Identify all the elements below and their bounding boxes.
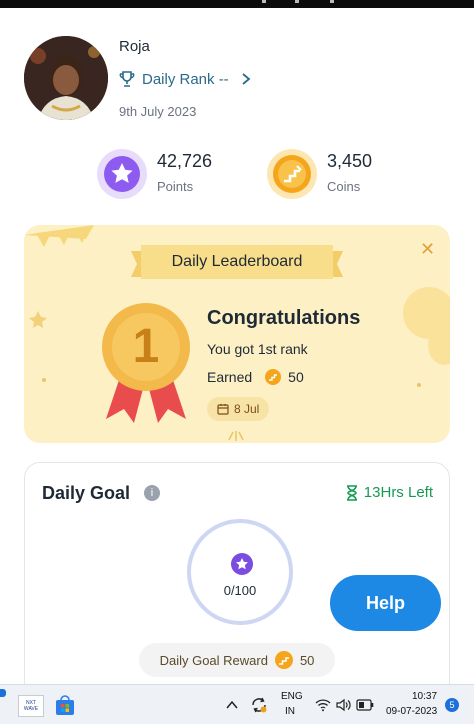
language-region[interactable]: IN [285,706,295,717]
store-icon[interactable] [54,695,76,717]
window-top-bar [0,0,474,8]
coins-stat: 3,450 Coins [267,149,372,199]
daily-goal-title: Daily Goal [42,483,131,503]
clock-time[interactable]: 10:37 [412,691,437,702]
points-stat: 42,726 Points [97,149,212,199]
earned-value: 50 [288,369,304,385]
coin-icon [265,369,282,385]
medal-number: 1 [132,320,160,373]
coins-value: 3,450 [327,151,373,171]
leaderboard-date: 8 Jul [234,402,260,416]
daily-leaderboard-card[interactable]: Daily Leaderboard ✕ 1 Congratulations Yo… [24,225,450,443]
time-left: 13Hrs Left [345,484,433,501]
battery-icon[interactable] [356,699,374,711]
language-code[interactable]: ENG [281,691,303,702]
earned-label: Earned [207,369,253,385]
top-bar-mark [295,0,299,3]
avatar[interactable] [24,36,108,120]
top-bar-mark [330,0,334,3]
rank-message: You got 1st rank [207,341,308,357]
avatar-photo [24,36,108,120]
help-button[interactable]: Help [330,575,441,631]
star-icon [231,553,253,575]
earned-row: Earned 50 [207,368,304,386]
daily-rank-link[interactable]: Daily Rank -- [118,70,251,88]
goal-progress-value: 0/100 [223,583,257,598]
taskbar: NXT WAVE ENG IN 10:37 09-07-2023 5 [0,684,474,724]
time-left-text: 13Hrs Left [363,484,433,501]
notification-count-badge[interactable]: 5 [445,698,459,712]
calendar-icon [217,404,229,415]
taskbar-edge-indicator [0,689,6,697]
goal-progress-ring: 0/100 [187,519,293,625]
close-icon[interactable]: ✕ [420,239,435,260]
hourglass-icon [346,484,357,501]
sync-icon[interactable] [250,696,268,714]
points-label: Points [157,179,194,194]
reward-label: Daily Goal Reward [159,652,268,668]
coins-label: Coins [327,179,361,194]
chevron-up-icon[interactable] [226,700,238,710]
wifi-icon[interactable] [315,698,331,712]
reward-value: 50 [299,652,315,668]
nxtwave-app-icon[interactable]: NXT WAVE [18,695,44,717]
daily-goal-reward: Daily Goal Reward 50 [139,643,335,677]
congratulations-heading: Congratulations [207,307,361,329]
leaderboard-date-badge: 8 Jul [207,397,270,421]
coin-icon [274,651,293,669]
leaderboard-title: Daily Leaderboard [171,253,303,270]
trophy-icon [119,71,135,87]
profile-date: 9th July 2023 [119,104,197,119]
speaker-icon[interactable] [336,698,352,712]
points-icon [97,149,147,199]
user-name: Roja [119,38,150,55]
info-icon[interactable]: i [144,485,160,501]
daily-rank-label: Daily Rank -- [142,70,229,88]
chevron-right-icon [242,73,251,85]
clock-date[interactable]: 09-07-2023 [386,706,437,717]
points-value: 42,726 [157,151,213,171]
coins-icon [267,149,317,199]
top-bar-mark [262,0,266,3]
